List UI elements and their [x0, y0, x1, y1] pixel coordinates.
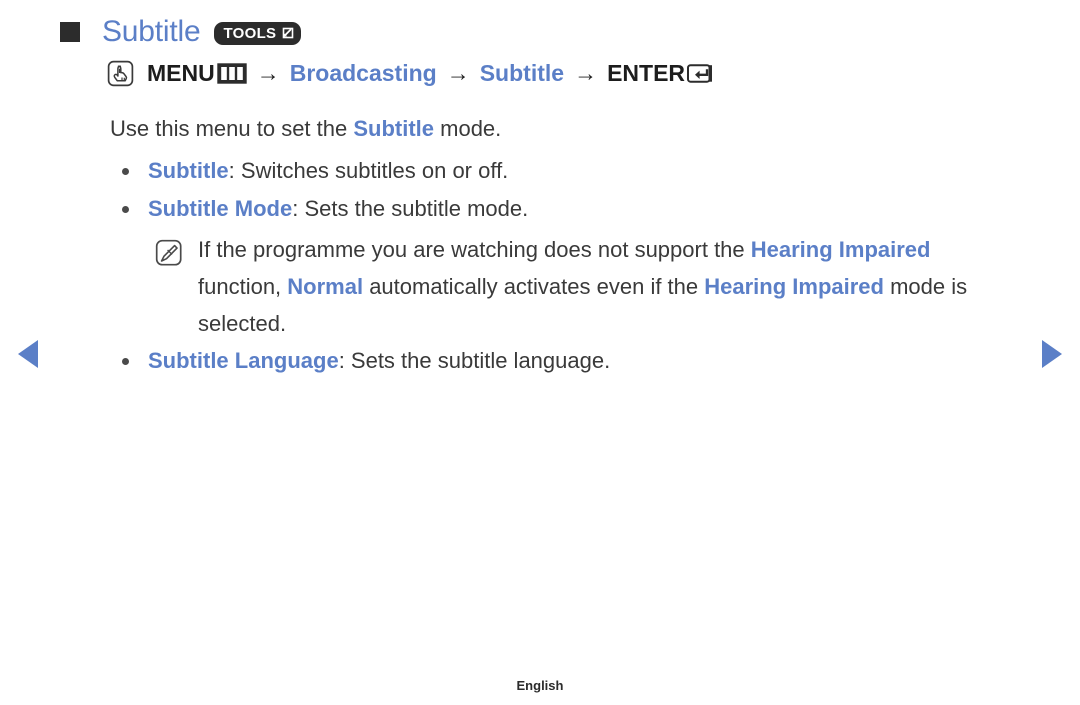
previous-page-arrow[interactable] [18, 340, 38, 368]
note-segment-1: If the programme you are watching does n… [198, 237, 751, 262]
intro-before: Use this menu to set the [110, 116, 354, 141]
path-arrow-3: → [574, 60, 598, 86]
tools-badge-label: TOOLS [223, 24, 277, 42]
list-item: Subtitle Mode: Sets the subtitle mode. [110, 190, 1010, 228]
bullet-term: Subtitle Language [148, 348, 339, 373]
note-highlight-2: Normal [287, 274, 364, 299]
square-bullet-icon [60, 22, 80, 42]
path-item-subtitle[interactable]: Subtitle [480, 60, 564, 87]
menu-path-breadcrumb: MENU → Broadcasting → Subtitle → ENTER [107, 60, 716, 87]
note-pencil-icon [155, 239, 183, 279]
menu-key-icon [217, 63, 247, 84]
list-item: Subtitle Language: Sets the subtitle lan… [110, 342, 1010, 380]
note-segment-2: function, [198, 274, 288, 299]
list-item: Subtitle: Switches subtitles on or off. [110, 152, 1010, 190]
next-page-arrow[interactable] [1042, 340, 1062, 368]
bullet-description: : Switches subtitles on or off. [228, 158, 509, 183]
intro-after: mode. [434, 116, 502, 141]
page-title: Subtitle [102, 15, 201, 48]
enter-label: ENTER [607, 60, 686, 86]
note-text: If the programme you are watching does n… [198, 231, 1010, 342]
bullet-term: Subtitle [148, 158, 229, 183]
bullet-term: Subtitle Mode [148, 196, 293, 221]
bullet-description: : Sets the subtitle language. [338, 348, 611, 373]
enter-key-icon [687, 62, 716, 85]
note-segment-3: automatically activates even if the [363, 274, 705, 299]
hand-press-icon [107, 60, 134, 87]
menu-label: MENU [147, 60, 215, 86]
note-block: If the programme you are watching does n… [110, 231, 1010, 342]
note-highlight-1: Hearing Impaired [750, 237, 931, 262]
note-highlight-3: Hearing Impaired [704, 274, 884, 299]
content-body: Use this menu to set the Subtitle mode. … [110, 110, 1010, 380]
intro-highlight: Subtitle [353, 116, 435, 141]
settings-bullet-list-continued: Subtitle Language: Sets the subtitle lan… [110, 342, 1010, 380]
path-arrow-2: → [446, 60, 470, 86]
intro-sentence: Use this menu to set the Subtitle mode. [110, 110, 1010, 148]
footer-language: English [516, 678, 564, 693]
path-arrow-1: → [256, 60, 280, 86]
tools-arrow-icon [279, 26, 294, 41]
path-item-broadcasting[interactable]: Broadcasting [290, 60, 437, 87]
page-header: Subtitle TOOLS [60, 12, 302, 52]
bullet-description: : Sets the subtitle mode. [292, 196, 529, 221]
settings-bullet-list: Subtitle: Switches subtitles on or off. … [110, 152, 1010, 228]
tools-badge[interactable]: TOOLS [214, 21, 302, 45]
